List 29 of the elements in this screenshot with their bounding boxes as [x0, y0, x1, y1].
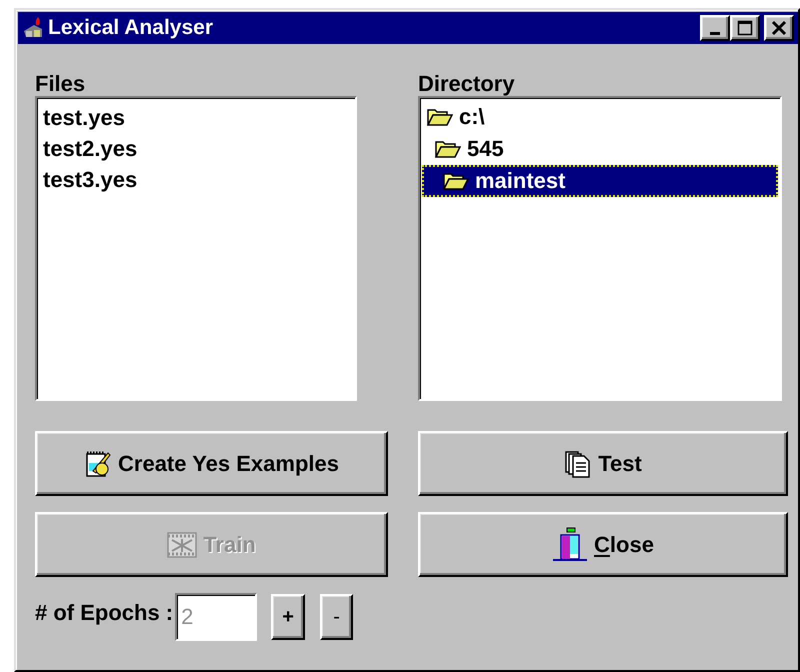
minimize-button[interactable]	[700, 15, 730, 41]
maximize-button[interactable]	[730, 15, 760, 41]
epochs-label: # of Epochs :	[35, 600, 174, 626]
minimize-icon	[710, 32, 720, 34]
folder-icon	[443, 171, 469, 191]
film-icon	[167, 530, 198, 558]
create-examples-button[interactable]: Create Yes Examples	[35, 431, 388, 496]
close-icon	[771, 20, 787, 36]
close-button[interactable]	[764, 15, 794, 41]
file-item[interactable]: test2.yes	[40, 133, 140, 164]
directory-item[interactable]: c:\	[422, 101, 778, 133]
folder-icon	[435, 139, 461, 159]
directory-item[interactable]: 545	[422, 133, 778, 165]
maximize-icon	[737, 20, 753, 36]
app-icon	[22, 17, 44, 39]
test-button[interactable]: Test	[418, 431, 788, 496]
documents-icon	[564, 448, 592, 478]
directory-tree[interactable]: c:\ 545 maintest	[418, 96, 782, 401]
close-button[interactable]: Close	[418, 512, 788, 577]
folder-icon	[427, 107, 453, 127]
files-list[interactable]: test.yes test2.yes test3.yes	[35, 96, 357, 401]
file-item[interactable]: test.yes	[40, 102, 128, 133]
door-icon	[552, 526, 588, 562]
directory-label: Directory	[418, 70, 516, 96]
notepad-icon	[84, 448, 112, 478]
directory-item[interactable]: maintest	[422, 165, 778, 197]
window-title: Lexical Analyser	[48, 16, 214, 40]
files-label: Files	[35, 70, 86, 96]
file-item[interactable]: test3.yes	[40, 164, 140, 195]
